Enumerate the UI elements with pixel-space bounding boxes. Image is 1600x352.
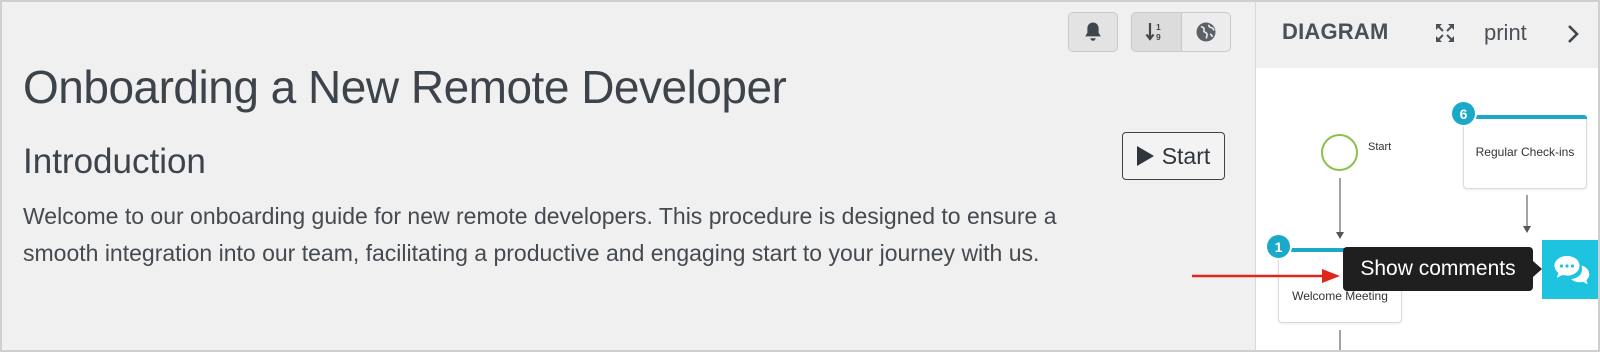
- svg-text:1: 1: [1156, 22, 1161, 32]
- notifications-button[interactable]: [1068, 12, 1118, 52]
- start-button[interactable]: Start: [1122, 132, 1225, 180]
- annotation-arrow: [1192, 269, 1340, 283]
- view-toggle-group: 1 9: [1131, 12, 1231, 52]
- intro-paragraph: Welcome to our onboarding guide for new …: [23, 203, 1057, 266]
- sort-numeric-icon: 1 9: [1145, 22, 1161, 42]
- step-1-badge: 1: [1265, 233, 1292, 260]
- svg-text:9: 9: [1156, 32, 1161, 42]
- start-button-label: Start: [1161, 142, 1211, 169]
- print-link[interactable]: print: [1484, 20, 1527, 46]
- expand-icon: [1436, 24, 1454, 42]
- diagram-canvas[interactable]: Start Regular Check-ins 6 Welcome Meetin…: [1256, 68, 1598, 350]
- show-comments-button[interactable]: [1542, 240, 1598, 299]
- collapse-panel-button[interactable]: [1560, 19, 1586, 49]
- comments-icon: [1554, 255, 1590, 284]
- diagram-panel: DIAGRAM print Start Regular Check-ins 6 …: [1256, 2, 1598, 350]
- start-node-label: Start: [1368, 141, 1392, 153]
- section-heading: Introduction: [23, 142, 206, 181]
- step-6-node[interactable]: Regular Check-ins: [1463, 115, 1587, 189]
- procedure-panel: 1 9 Onboarding a New Remote Developer In…: [2, 2, 1256, 350]
- show-comments-tooltip: Show comments: [1343, 247, 1533, 291]
- diagram-header: DIAGRAM print: [1256, 2, 1598, 68]
- bell-icon: [1085, 22, 1101, 41]
- step-6-badge: 6: [1450, 100, 1477, 127]
- start-node[interactable]: [1321, 134, 1358, 171]
- diagram-title: DIAGRAM: [1282, 19, 1389, 44]
- tooltip-pointer: [1533, 261, 1542, 277]
- app-frame: 1 9 Onboarding a New Remote Developer In…: [0, 0, 1600, 352]
- expand-diagram-button[interactable]: [1430, 18, 1460, 48]
- chevron-right-icon: [1568, 25, 1579, 43]
- globe-icon: [1196, 22, 1216, 42]
- step-6-label: Regular Check-ins: [1475, 145, 1575, 159]
- play-icon: [1136, 146, 1154, 166]
- page-title: Onboarding a New Remote Developer: [23, 61, 787, 113]
- sort-numeric-button[interactable]: 1 9: [1132, 13, 1181, 51]
- language-button[interactable]: [1180, 13, 1231, 51]
